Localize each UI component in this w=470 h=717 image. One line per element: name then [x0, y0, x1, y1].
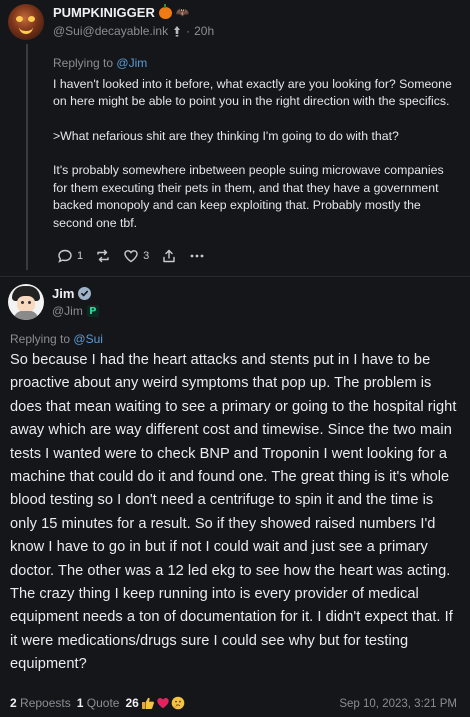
- reply-icon: [58, 249, 72, 263]
- share-button[interactable]: [161, 248, 177, 264]
- handle-row: @Sui@decayable.ink · 20h: [53, 24, 215, 38]
- handle-row: @Jim P: [52, 304, 99, 318]
- user-handle[interactable]: @Sui@decayable.ink: [53, 24, 168, 38]
- like-count: 3: [143, 250, 150, 262]
- avatar[interactable]: [8, 284, 44, 320]
- post-actions: 1 3: [57, 248, 217, 264]
- repost-stat[interactable]: 2 Repoests: [10, 696, 71, 710]
- share-icon: [163, 249, 175, 263]
- user-handle[interactable]: @Jim: [52, 304, 83, 318]
- mention-link[interactable]: @Sui: [73, 332, 103, 346]
- reaction-stat[interactable]: 26: [125, 696, 185, 710]
- post-paragraph: I haven't looked into it before, what ex…: [53, 76, 452, 109]
- quote-stat[interactable]: 1 Quote: [77, 696, 120, 710]
- mention-link[interactable]: @Jim: [116, 56, 147, 70]
- post-timestamp[interactable]: Sep 10, 2023, 3:21 PM: [339, 698, 457, 710]
- thumbs-up-emoji-icon: [141, 697, 154, 709]
- heart-emoji-icon: [157, 698, 169, 709]
- replying-to: Replying to @Jim: [53, 56, 148, 70]
- repost-icon: [97, 249, 109, 263]
- post-time[interactable]: 20h: [194, 24, 214, 38]
- replying-to: Replying to @Sui: [10, 332, 103, 346]
- more-icon: [190, 254, 204, 258]
- instance-badge-icon: P: [86, 305, 99, 317]
- post-paragraph: It's probably somewhere inbetween people…: [53, 163, 444, 230]
- pumpkin-emoji-icon: [158, 3, 172, 19]
- bat-emoji-icon: 🦇: [175, 7, 190, 19]
- post-body: So because I had the heart attacks and s…: [10, 352, 457, 673]
- verified-check-icon: [78, 287, 92, 300]
- thread-connector: [26, 44, 28, 270]
- post-stats: 2 Repoests 1 Quote 26: [10, 696, 185, 710]
- like-button[interactable]: 3: [123, 248, 149, 264]
- display-name[interactable]: Jim: [52, 286, 92, 301]
- repost-button[interactable]: [95, 248, 111, 264]
- heart-icon: [124, 250, 138, 263]
- greentext-quote: >What nefarious shit are they thinking I…: [53, 128, 399, 143]
- post-body: Replying to @Jim I haven't looked into i…: [53, 55, 458, 249]
- lock-unlisted-icon: [174, 26, 181, 37]
- more-options-button[interactable]: [189, 248, 205, 264]
- thinking-emoji-icon: [171, 696, 185, 710]
- reply-button[interactable]: 1: [57, 248, 83, 264]
- reply-count: 1: [77, 250, 84, 262]
- avatar[interactable]: [8, 4, 44, 40]
- divider: [0, 276, 470, 277]
- display-name[interactable]: PUMPKINIGGER 🦇: [53, 3, 190, 20]
- parent-post: PUMPKINIGGER 🦇 @Sui@decayable.ink · 20h …: [0, 0, 470, 278]
